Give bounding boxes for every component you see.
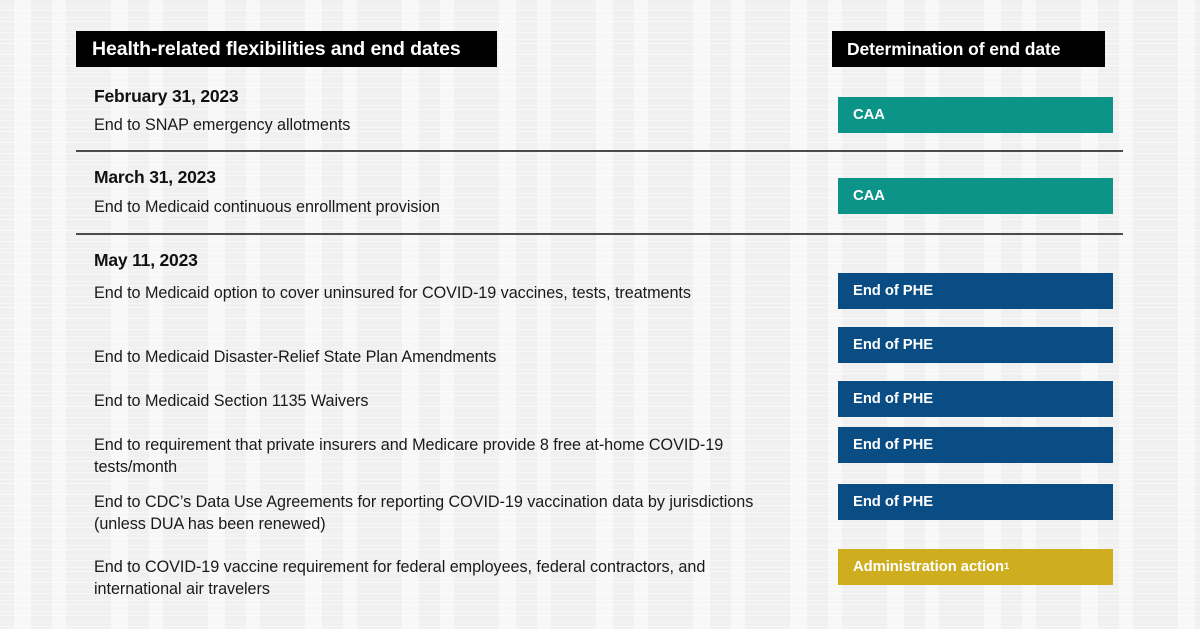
determination-badge-label: End of PHE — [853, 283, 933, 299]
flexibility-item-text: End to Medicaid option to cover uninsure… — [94, 283, 784, 305]
group-date-2: March 31, 2023 — [94, 167, 216, 188]
determination-badge-caa: CAA — [838, 97, 1113, 133]
determination-badge-phe: End of PHE — [838, 381, 1113, 417]
determination-badge-label: CAA — [853, 188, 885, 204]
determination-badge-admin: Administration action1 — [838, 549, 1113, 585]
determination-badge-label: End of PHE — [853, 391, 933, 407]
flexibility-item-text: End to requirement that private insurers… — [94, 435, 784, 478]
determination-badge-label: End of PHE — [853, 337, 933, 353]
flexibility-item-text: End to COVID-19 vaccine requirement for … — [94, 557, 784, 600]
determination-badge-label: End of PHE — [853, 494, 933, 510]
flexibility-item-text: End to SNAP emergency allotments — [94, 115, 784, 137]
determination-badge-label: CAA — [853, 107, 885, 123]
flexibility-item-text: End to CDC’s Data Use Agreements for rep… — [94, 492, 784, 535]
column-header-determination: Determination of end date — [832, 31, 1105, 67]
flexibility-item-text: End to Medicaid Disaster-Relief State Pl… — [94, 347, 784, 369]
column-header-flexibilities: Health-related flexibilities and end dat… — [76, 31, 497, 67]
determination-badge-caa: CAA — [838, 178, 1113, 214]
group-date-3: May 11, 2023 — [94, 250, 198, 271]
determination-badge-phe: End of PHE — [838, 484, 1113, 520]
group-date-1: February 31, 2023 — [94, 86, 238, 107]
flexibility-item-text: End to Medicaid Section 1135 Waivers — [94, 391, 784, 413]
determination-badge-phe: End of PHE — [838, 327, 1113, 363]
determination-badge-phe: End of PHE — [838, 427, 1113, 463]
column-header-determination-label: Determination of end date — [847, 39, 1060, 60]
flexibility-item-text: End to Medicaid continuous enrollment pr… — [94, 197, 784, 219]
determination-badge-phe: End of PHE — [838, 273, 1113, 309]
column-header-flexibilities-label: Health-related flexibilities and end dat… — [92, 38, 461, 61]
section-divider-1 — [76, 150, 1123, 152]
section-divider-2 — [76, 233, 1123, 235]
infographic-page: Health-related flexibilities and end dat… — [0, 0, 1200, 629]
determination-badge-label: Administration action — [853, 559, 1004, 575]
determination-badge-label: End of PHE — [853, 437, 933, 453]
